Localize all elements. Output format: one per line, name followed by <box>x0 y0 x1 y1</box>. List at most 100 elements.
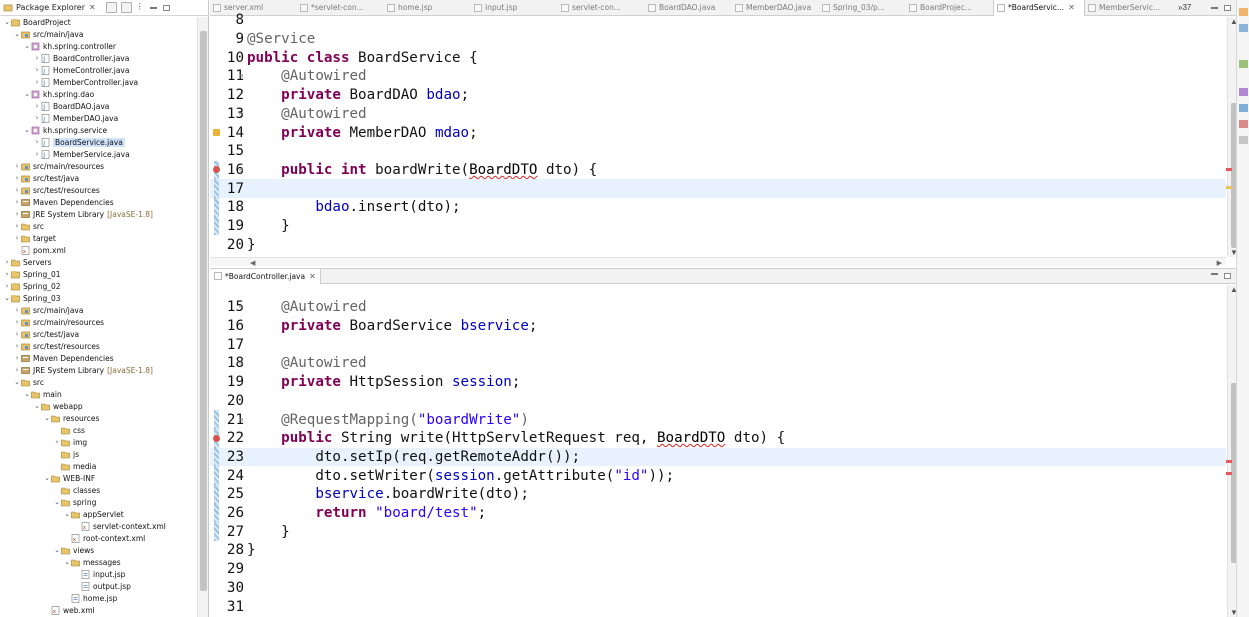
tree-item[interactable]: ⌄ kh.spring.dao <box>0 88 94 100</box>
code-line[interactable]: 15 <box>210 142 1226 161</box>
chevron-right-icon[interactable]: › <box>33 102 41 110</box>
chevron-right-icon[interactable]: › <box>33 66 41 74</box>
fold-toggle-icon[interactable]: ⊖ <box>239 110 246 118</box>
code-line[interactable]: 17 <box>210 179 1226 198</box>
chevron-right-icon[interactable]: › <box>13 366 21 374</box>
tree-item[interactable]: › src/main/resources <box>0 160 105 172</box>
code-line[interactable]: 23 dto.setIp(req.getRemoteAddr()); <box>210 447 1226 467</box>
package-explorer-scrollbar[interactable] <box>197 17 208 617</box>
close-icon[interactable]: ✕ <box>89 3 96 12</box>
tree-item[interactable]: ⌄ views <box>0 544 94 556</box>
chevron-down-icon[interactable]: ⌄ <box>63 510 71 518</box>
tree-item[interactable]: › J BoardService.java <box>0 136 125 148</box>
code-line[interactable]: 18 bdao.insert(dto); <box>210 198 1226 217</box>
tree-item[interactable]: ⌄ messages <box>0 556 121 568</box>
tree-item[interactable]: › src/test/java <box>0 172 80 184</box>
chevron-right-icon[interactable]: › <box>13 186 21 194</box>
tree-item[interactable]: x pom.xml <box>0 244 66 256</box>
code-line[interactable]: 16 ⊖ public int boardWrite(BoardDTO dto) … <box>210 160 1226 180</box>
code-line[interactable]: 15 ⊖ @Autowired <box>210 298 1226 317</box>
tree-item[interactable]: › target <box>0 232 56 244</box>
overview-error-mark[interactable] <box>1226 168 1232 171</box>
chevron-down-icon[interactable]: ⌄ <box>23 42 31 50</box>
chevron-right-icon[interactable]: › <box>13 174 21 182</box>
tree-item[interactable]: css <box>0 424 85 436</box>
code-line[interactable]: 30 <box>210 579 1226 598</box>
problems-icon[interactable] <box>1239 88 1248 96</box>
scroll-left-icon[interactable]: ◀ <box>250 259 255 267</box>
chevron-right-icon[interactable]: › <box>33 114 41 122</box>
code-line[interactable]: 19 private HttpSession session; <box>210 373 1226 392</box>
code-line[interactable]: 22 public String write(HttpServletReques… <box>210 428 1226 448</box>
tree-item[interactable]: › img <box>0 436 88 448</box>
code-line[interactable]: 28} <box>210 541 1226 560</box>
fold-toggle-icon[interactable]: ⊖ <box>239 416 246 424</box>
chevron-down-icon[interactable]: ⌄ <box>43 414 51 422</box>
tree-item[interactable]: ⌄ main <box>0 388 62 400</box>
tree-item[interactable]: ⌄ Spring_03 <box>0 292 60 304</box>
package-explorer-title[interactable]: Package Explorer <box>16 3 85 12</box>
chevron-right-icon[interactable]: › <box>33 150 41 158</box>
code-line[interactable]: 18 ⊖ @Autowired <box>210 354 1226 373</box>
minimize-icon[interactable] <box>149 6 157 9</box>
chevron-right-icon[interactable]: › <box>13 342 21 350</box>
code-line[interactable]: 24 dto.setWriter(session.getAttribute("i… <box>210 466 1226 485</box>
servers-icon[interactable] <box>1239 120 1248 128</box>
code-line[interactable]: 31 <box>210 597 1226 616</box>
tree-item[interactable]: › src/test/java <box>0 328 80 340</box>
minimize-icon[interactable] <box>1211 273 1218 275</box>
code-line[interactable]: 21 ⊖ @RequestMapping("boardWrite") <box>210 410 1226 429</box>
chevron-right-icon[interactable]: › <box>3 282 11 290</box>
tree-item[interactable]: x servlet-context.xml <box>0 520 166 532</box>
tree-item[interactable]: classes <box>0 484 100 496</box>
code-line[interactable]: 8 <box>210 11 1226 30</box>
tree-item[interactable]: › J HomeController.java <box>0 64 130 76</box>
chevron-right-icon[interactable]: › <box>33 54 41 62</box>
chevron-right-icon[interactable]: › <box>13 234 21 242</box>
editor-board-controller[interactable]: ▲ ▼ 15 ⊖ @Autowired 16 private BoardServic… <box>210 285 1240 617</box>
chevron-right-icon[interactable]: › <box>13 318 21 326</box>
code-line[interactable]: 19 } <box>210 216 1226 236</box>
tree-item[interactable]: › J MemberDAO.java <box>0 112 119 124</box>
chevron-right-icon[interactable]: › <box>13 222 21 230</box>
javadoc-icon[interactable] <box>1239 104 1248 112</box>
overview-error-mark[interactable] <box>1226 472 1232 475</box>
maximize-icon[interactable] <box>1224 273 1231 279</box>
editor-horizontal-scrollbar[interactable]: ◀ ▶ <box>210 257 1226 267</box>
tree-item[interactable]: ⌄ spring <box>0 496 96 508</box>
chevron-down-icon[interactable]: ⌄ <box>43 474 51 482</box>
code-line[interactable]: 14 private MemberDAO mdao; <box>210 123 1226 142</box>
code-line[interactable]: 25 bservice.boardWrite(dto); <box>210 485 1226 504</box>
collapse-all-icon[interactable] <box>105 2 117 13</box>
tree-item[interactable]: › Servers <box>0 256 52 268</box>
tree-item[interactable]: home.jsp <box>0 592 117 604</box>
fold-toggle-icon[interactable]: ⊖ <box>239 359 246 367</box>
editor-board-service[interactable]: ▲ ▼ 8 9 @Service 10 public class BoardServic… <box>210 12 1240 257</box>
code-line[interactable]: 17 <box>210 335 1226 354</box>
chevron-right-icon[interactable]: › <box>33 78 41 86</box>
tree-item[interactable]: x root-context.xml <box>0 532 145 544</box>
tree-item[interactable]: js <box>0 448 79 460</box>
chevron-right-icon[interactable]: › <box>13 354 21 362</box>
tree-item[interactable]: › J MemberController.java <box>0 76 139 88</box>
scroll-right-icon[interactable]: ▶ <box>1217 259 1222 267</box>
chevron-right-icon[interactable]: › <box>13 198 21 206</box>
chevron-down-icon[interactable]: ⌄ <box>23 126 31 134</box>
chevron-down-icon[interactable]: ⌄ <box>53 546 61 554</box>
tree-item[interactable]: ⌄ kh.spring.service <box>0 124 107 136</box>
code-line[interactable]: 16 private BoardService bservice; <box>210 317 1226 336</box>
tree-item[interactable]: › Spring_01 <box>0 268 61 280</box>
chevron-right-icon[interactable]: › <box>3 258 11 266</box>
tree-item[interactable]: media <box>0 460 96 472</box>
tree-item[interactable]: › JRE System Library [JavaSE-1.8] <box>0 364 153 376</box>
tree-item[interactable]: ⌄ src <box>0 376 44 388</box>
code-line[interactable]: 13 ⊖ @Autowired <box>210 105 1226 124</box>
chevron-right-icon[interactable]: › <box>3 270 11 278</box>
chevron-right-icon[interactable]: › <box>13 162 21 170</box>
tree-item[interactable]: › src/test/resources <box>0 340 100 352</box>
tree-item[interactable]: › J BoardDAO.java <box>0 100 110 112</box>
maximize-icon[interactable] <box>162 4 170 11</box>
tree-item[interactable]: ⌄ kh.spring.controller <box>0 40 116 52</box>
tree-item[interactable]: › src/main/resources <box>0 316 105 328</box>
chevron-right-icon[interactable]: › <box>53 438 61 446</box>
